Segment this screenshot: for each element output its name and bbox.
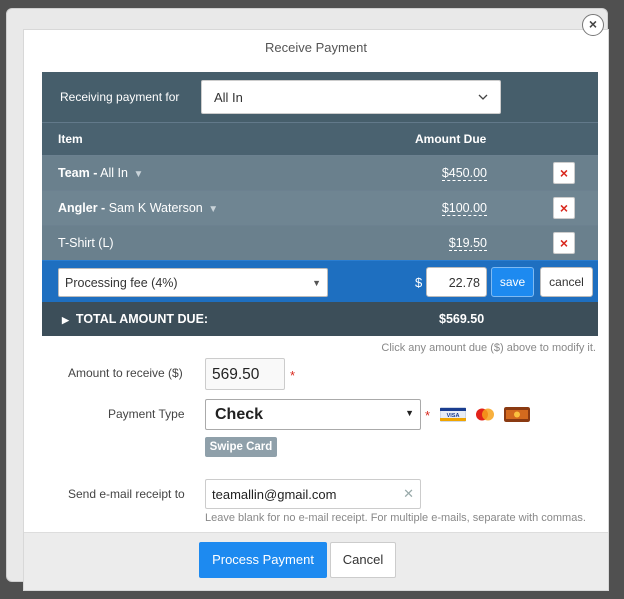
receive-payment-modal: Receive Payment × Receiving payment for … xyxy=(23,14,609,591)
table-row: T-Shirt (L) $19.50 × xyxy=(42,225,598,260)
fee-amount-input[interactable]: 22.78 xyxy=(426,267,487,297)
amount-due[interactable]: $450.00 xyxy=(441,166,487,181)
email-label: Send e-mail receipt to xyxy=(68,487,185,501)
chevron-down-icon xyxy=(478,94,488,100)
swipe-card-button[interactable]: Swipe Card xyxy=(205,437,277,457)
expand-arrow-icon[interactable]: ▶ xyxy=(62,315,69,325)
amount-due[interactable]: $19.50 xyxy=(448,236,487,251)
fee-row: Processing fee (4%) ▼ $ 22.78 save cance… xyxy=(42,260,598,302)
cancel-fee-button[interactable]: cancel xyxy=(540,267,593,297)
fee-select-value: Processing fee (4%) xyxy=(65,275,178,290)
table-row: Angler - Sam K Waterson ▼ $100.00 × xyxy=(42,190,598,225)
total-row: ▶ TOTAL AMOUNT DUE: $569.50 xyxy=(42,302,598,336)
currency-symbol: $ xyxy=(415,275,423,290)
payment-items-panel: Receiving payment for All In Item Amount… xyxy=(42,72,598,336)
close-button[interactable]: × xyxy=(582,14,604,36)
item-name[interactable]: Angler - Sam K Waterson ▼ xyxy=(58,201,218,215)
receiving-select[interactable]: All In xyxy=(201,80,501,114)
email-help: Leave blank for no e-mail receipt. For m… xyxy=(205,512,586,524)
required-mark: * xyxy=(425,408,431,423)
save-fee-button[interactable]: save xyxy=(491,267,534,297)
table-header: Item Amount Due xyxy=(42,122,598,155)
remove-item-button[interactable]: × xyxy=(553,162,575,184)
required-mark: * xyxy=(290,368,296,383)
email-field[interactable]: teamallin@gmail.com ✕ xyxy=(205,479,421,509)
amount-due[interactable]: $100.00 xyxy=(441,201,487,216)
process-payment-button[interactable]: Process Payment xyxy=(199,542,327,578)
mastercard-icon xyxy=(472,407,498,422)
modal-footer: Process Payment Cancel xyxy=(24,532,608,590)
svg-text:VISA: VISA xyxy=(447,413,460,419)
remove-item-button[interactable]: × xyxy=(553,232,575,254)
caret-down-icon: ▼ xyxy=(133,169,144,180)
cancel-button[interactable]: Cancel xyxy=(330,542,396,578)
remove-item-button[interactable]: × xyxy=(553,197,575,219)
col-item: Item xyxy=(58,132,83,146)
discover-card-icon xyxy=(504,407,530,422)
col-amount-due: Amount Due xyxy=(415,132,487,146)
receiving-header: Receiving payment for All In xyxy=(42,72,598,122)
visa-card-icon: VISA xyxy=(440,407,466,422)
dropdown-triangle-icon: ▼ xyxy=(312,277,321,288)
payment-type-value: Check xyxy=(215,406,264,423)
fee-select[interactable]: Processing fee (4%) ▼ xyxy=(58,268,328,297)
item-name: T-Shirt (L) xyxy=(58,236,114,250)
amount-input[interactable]: 569.50 xyxy=(205,358,285,390)
table-row: Team - All In ▼ $450.00 × xyxy=(42,155,598,190)
modify-hint: Click any amount due ($) above to modify… xyxy=(381,342,596,354)
item-name[interactable]: Team - All In ▼ xyxy=(58,166,143,180)
caret-down-icon: ▼ xyxy=(208,204,219,215)
receiving-label: Receiving payment for xyxy=(60,90,180,104)
total-label: TOTAL AMOUNT DUE: xyxy=(75,312,209,326)
payment-type-select[interactable]: Check ▼ xyxy=(205,399,421,430)
modal-title: Receive Payment xyxy=(265,40,367,55)
modal-frame: Receive Payment × Receiving payment for … xyxy=(6,8,609,591)
clear-icon[interactable]: ✕ xyxy=(403,486,414,502)
receiving-select-value: All In xyxy=(214,89,243,105)
card-logos: VISA xyxy=(440,407,530,422)
total-value: $569.50 xyxy=(439,312,485,326)
payment-type-label: Payment Type xyxy=(108,407,185,421)
amount-label: Amount to receive ($) xyxy=(68,366,183,380)
dropdown-triangle-icon: ▼ xyxy=(405,408,414,418)
email-value: teamallin@gmail.com xyxy=(212,487,337,502)
